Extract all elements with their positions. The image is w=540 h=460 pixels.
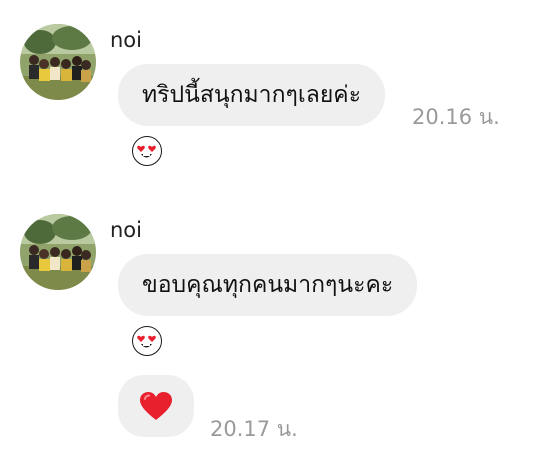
avatar[interactable]: [20, 24, 96, 100]
sender-name: noi: [110, 28, 142, 52]
reaction-badge[interactable]: [132, 136, 162, 166]
message-timestamp: 20.16 น.: [412, 105, 500, 129]
red-heart-icon: [140, 392, 172, 420]
avatar[interactable]: [20, 214, 96, 290]
group-photo-image: [20, 214, 96, 290]
message-timestamp: 20.17 น.: [210, 417, 298, 441]
reaction-badge[interactable]: [132, 326, 162, 356]
message-bubble[interactable]: ขอบคุณทุกคนมากๆนะคะ: [118, 254, 418, 316]
message-text: ทริปนี้สนุกมากๆเลยค่ะ: [142, 82, 362, 108]
message-bubble[interactable]: ทริปนี้สนุกมากๆเลยค่ะ: [118, 64, 386, 126]
sender-name: noi: [110, 218, 142, 242]
group-photo-image: [20, 24, 96, 100]
message-text: ขอบคุณทุกคนมากๆนะคะ: [142, 272, 394, 298]
heart-message-bubble[interactable]: [118, 375, 194, 437]
heart-eyes-emoji-icon: [137, 145, 156, 158]
heart-eyes-emoji-icon: [137, 335, 156, 348]
